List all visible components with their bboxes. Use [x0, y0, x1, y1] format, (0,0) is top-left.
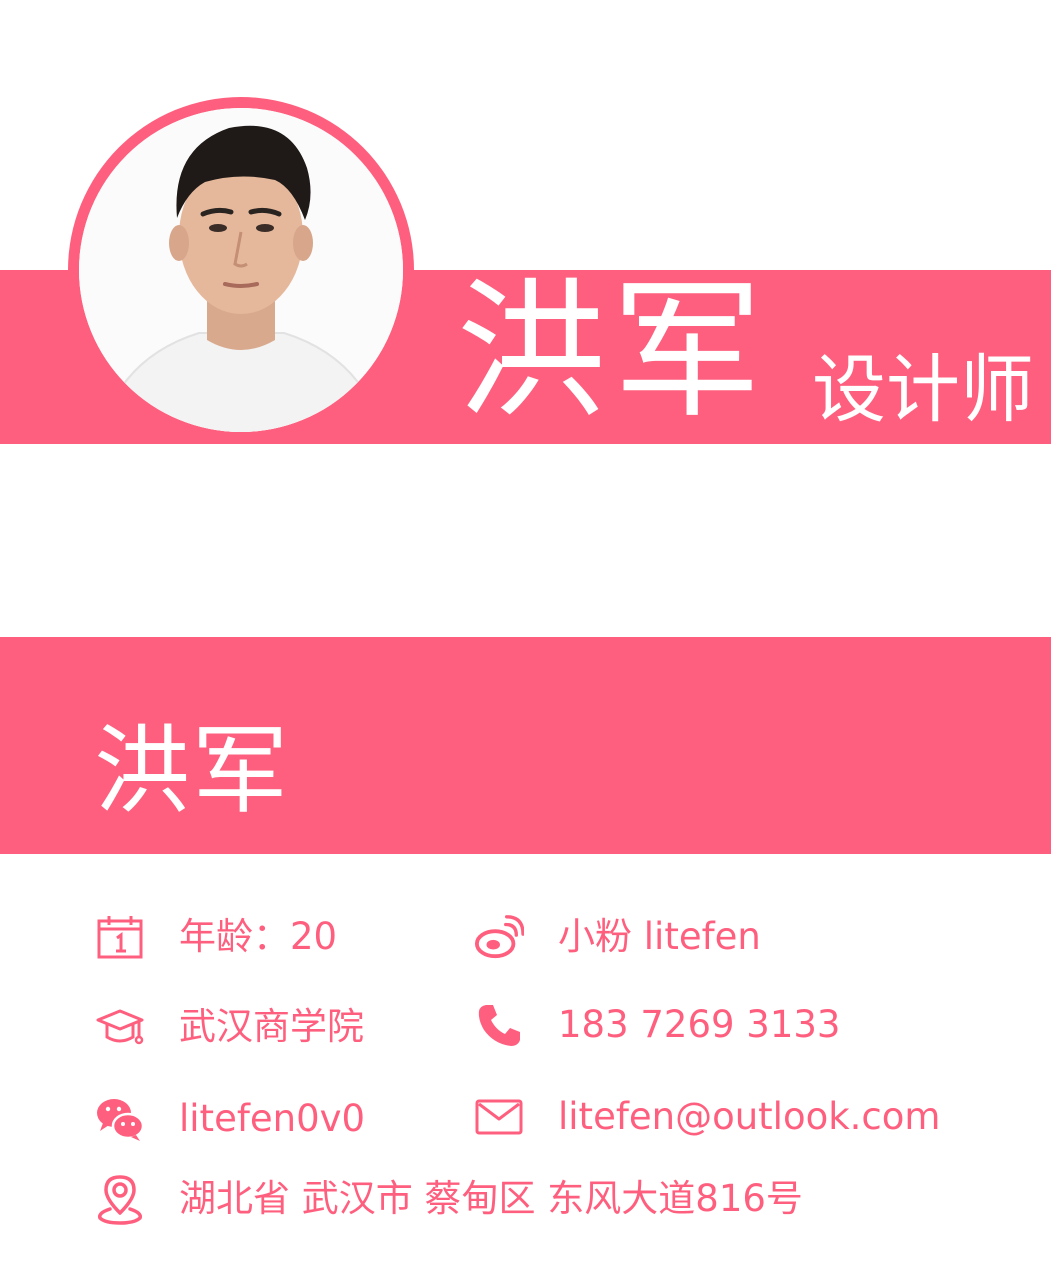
- section-name: 洪军: [94, 715, 290, 827]
- info-phone: 183 7269 3133: [474, 1000, 840, 1050]
- address-text: 湖北省 武汉市 蔡甸区 东风大道816号: [179, 1177, 803, 1220]
- school-text: 武汉商学院: [179, 1005, 364, 1048]
- phone-text: 183 7269 3133: [558, 1003, 841, 1046]
- email-text: litefen@outlook.com: [558, 1095, 941, 1138]
- header-role: 设计师: [812, 347, 1034, 433]
- wechat-icon: [95, 1094, 145, 1144]
- avatar: [79, 108, 403, 432]
- graduation-cap-icon: [95, 1002, 145, 1052]
- info-address: 湖北省 武汉市 蔡甸区 东风大道816号: [95, 1174, 803, 1225]
- wechat-text: litefen0v0: [179, 1097, 366, 1140]
- info-email: litefen@outlook.com: [474, 1092, 940, 1142]
- weibo-icon: [474, 912, 524, 962]
- info-wechat: litefen0v0: [95, 1094, 365, 1144]
- calendar-icon: [95, 912, 145, 962]
- weibo-text: 小粉 litefen: [558, 915, 761, 958]
- location-pin-icon: [95, 1174, 145, 1225]
- info-school: 武汉商学院: [95, 1002, 364, 1052]
- phone-icon: [474, 1000, 524, 1050]
- header-name: 洪军: [456, 265, 769, 439]
- info-weibo: 小粉 litefen: [474, 912, 761, 962]
- envelope-icon: [474, 1092, 524, 1142]
- age-text: 年龄：20: [179, 915, 338, 958]
- info-age: 年龄：20: [95, 912, 337, 962]
- portrait-photo: [79, 108, 403, 432]
